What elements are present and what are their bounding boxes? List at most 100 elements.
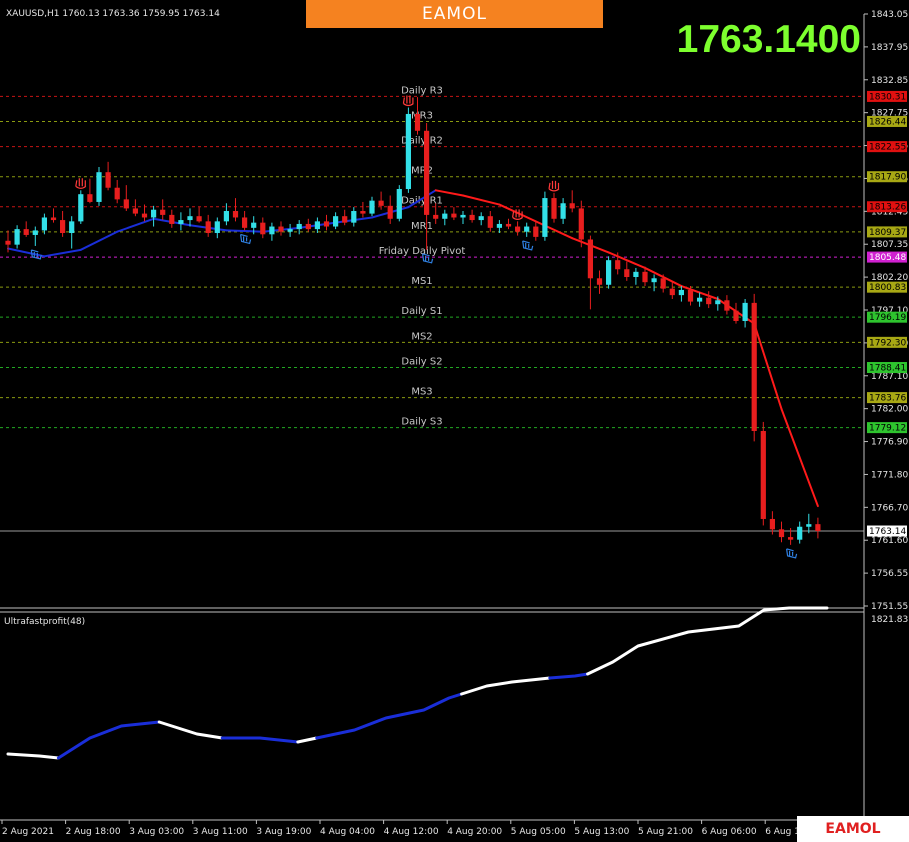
candle-body bbox=[624, 269, 630, 278]
sell-signal-icon bbox=[75, 178, 87, 189]
candle-body bbox=[387, 205, 393, 219]
candle bbox=[542, 191, 548, 241]
candle-body bbox=[615, 260, 621, 270]
candle bbox=[23, 221, 29, 237]
price-tick-label: 1837.95 bbox=[871, 43, 908, 53]
candle-body bbox=[123, 199, 129, 209]
candle-body bbox=[141, 213, 148, 218]
candle-body bbox=[114, 187, 120, 200]
candle bbox=[314, 217, 320, 234]
level-label: MS1 bbox=[411, 276, 432, 287]
candle-body bbox=[260, 222, 266, 235]
candle bbox=[32, 226, 38, 246]
candle-body bbox=[751, 302, 757, 431]
ma-segment bbox=[7, 247, 46, 258]
candle bbox=[778, 521, 785, 543]
level-tag-label: 1822.55 bbox=[869, 143, 906, 153]
buy-hand-shape bbox=[240, 233, 252, 245]
candle bbox=[596, 270, 603, 294]
level-label: MR1 bbox=[411, 221, 433, 232]
candle bbox=[569, 190, 575, 213]
candle bbox=[505, 218, 512, 230]
candle-body bbox=[351, 211, 357, 223]
ma-segment bbox=[79, 230, 119, 251]
candle-body bbox=[678, 289, 684, 296]
level-tag-label: 1792.30 bbox=[869, 338, 906, 348]
candle-body bbox=[760, 430, 766, 519]
price-tick-label: 1756.55 bbox=[871, 569, 908, 579]
candle bbox=[760, 421, 766, 526]
indicator-segment bbox=[315, 692, 464, 740]
price-tick-label: 1843.05 bbox=[871, 10, 908, 20]
candle bbox=[60, 211, 66, 237]
candle-body bbox=[269, 226, 275, 235]
candle-body bbox=[369, 200, 375, 214]
candle-body bbox=[551, 198, 557, 219]
sell-signal-icon bbox=[402, 95, 414, 107]
price-axis[interactable]: 1843.051837.951832.851827.751822.651817.… bbox=[0, 10, 909, 821]
price-tick-label: 1807.35 bbox=[871, 240, 908, 250]
level-tag-label: 1830.31 bbox=[869, 92, 906, 102]
candle-body bbox=[342, 216, 348, 223]
time-tick-label: 4 Aug 12:00 bbox=[384, 827, 439, 837]
ma-segment bbox=[434, 189, 464, 197]
candle bbox=[551, 192, 557, 223]
candle-body bbox=[660, 278, 666, 289]
buy-hand-shape bbox=[786, 548, 798, 559]
time-tick-label: 5 Aug 13:00 bbox=[574, 827, 629, 837]
candle-body bbox=[187, 216, 193, 221]
candle-body bbox=[596, 278, 603, 285]
candle-body bbox=[806, 524, 812, 527]
candle-body bbox=[360, 211, 366, 214]
time-tick-label: 4 Aug 04:00 bbox=[320, 827, 375, 837]
candle bbox=[669, 282, 675, 300]
candle-body bbox=[305, 223, 311, 230]
ma-segment bbox=[462, 194, 501, 206]
candle-body bbox=[687, 289, 694, 302]
ma-segment bbox=[534, 220, 574, 240]
candle-body bbox=[32, 230, 38, 235]
candle bbox=[524, 222, 530, 237]
level-label: Daily R3 bbox=[401, 85, 443, 96]
indicator-segment bbox=[296, 736, 319, 744]
buy-signal-icon bbox=[522, 240, 534, 251]
candle-body bbox=[169, 214, 175, 224]
buy-signal-icon bbox=[786, 548, 798, 559]
price-chart[interactable]: Daily R3MR3Daily R2MR2Daily R1MR1Friday … bbox=[0, 0, 909, 842]
candle-body bbox=[706, 297, 712, 305]
candle-body bbox=[460, 214, 466, 218]
watermark-text: EAMOL bbox=[825, 821, 881, 837]
candle-body bbox=[715, 300, 721, 305]
level-label: Daily R1 bbox=[401, 196, 443, 207]
candle-body bbox=[23, 229, 29, 235]
candle-body bbox=[242, 217, 248, 228]
candle bbox=[114, 179, 120, 204]
candle bbox=[797, 521, 803, 544]
sell-signal-icon bbox=[548, 180, 560, 192]
candle bbox=[260, 217, 266, 239]
candle bbox=[105, 161, 111, 191]
candle bbox=[41, 213, 47, 235]
candle-body bbox=[151, 209, 157, 218]
candle-body bbox=[69, 221, 75, 234]
candle bbox=[724, 295, 730, 315]
candle-body bbox=[769, 518, 775, 530]
candle-body bbox=[542, 198, 548, 237]
moving-average-line bbox=[7, 189, 819, 508]
candle-body bbox=[469, 214, 475, 221]
candle-body bbox=[296, 223, 302, 230]
candle bbox=[478, 212, 484, 226]
level-tag-label: 1817.90 bbox=[869, 173, 906, 183]
candle-body bbox=[378, 200, 384, 206]
price-tick-label: 1802.20 bbox=[871, 273, 908, 283]
candle bbox=[87, 178, 93, 204]
candle-body bbox=[505, 223, 512, 227]
candle bbox=[460, 211, 466, 224]
sell-hand-shape bbox=[75, 178, 87, 189]
level-tag-label: 1796.19 bbox=[869, 313, 906, 323]
candle bbox=[815, 517, 821, 539]
price-tick-label: 1832.85 bbox=[871, 76, 908, 86]
ma-segment bbox=[225, 229, 264, 233]
time-axis[interactable]: 2 Aug 2021 2 Aug 18:00 3 Aug 03:00 3 Aug 11… bbox=[1, 820, 820, 837]
indicator-segment bbox=[56, 720, 161, 760]
